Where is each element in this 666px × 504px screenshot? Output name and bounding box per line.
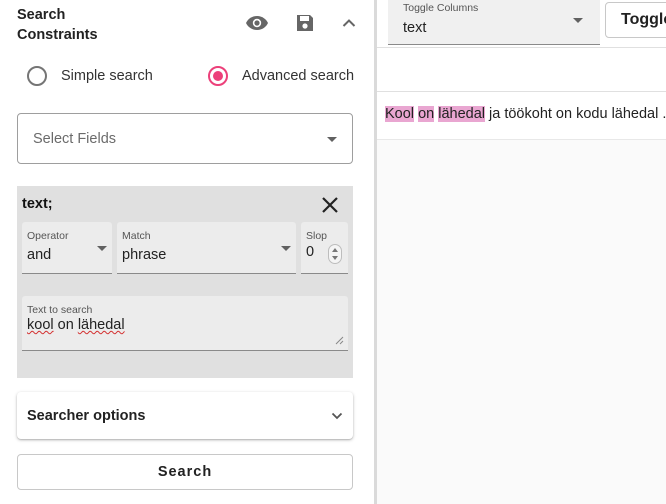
chevron-down-icon: [331, 412, 343, 420]
constraint-card: text; Operator and Match phrase Slop 0 T…: [17, 186, 353, 378]
radio-label: Advanced search: [242, 68, 355, 84]
search-constraints-panel: Search Constraints Simple search Advance…: [0, 0, 374, 504]
match-label: Match: [122, 230, 151, 242]
chevron-up-icon[interactable]: [336, 10, 362, 36]
toggle-button[interactable]: Toggle: [605, 2, 666, 38]
caret-down-icon: [573, 18, 583, 23]
slop-label: Slop: [306, 230, 328, 242]
searcher-options-label: Searcher options: [27, 408, 146, 424]
result-text: Kool on lähedal ja töökoht on kodu lähed…: [385, 106, 666, 122]
searcher-options-expander[interactable]: Searcher options: [17, 392, 353, 439]
toggle-columns-label: Toggle Columns: [403, 2, 479, 14]
slop-value[interactable]: 0: [306, 244, 314, 260]
radio-button-selected[interactable]: [208, 66, 228, 86]
toggle-columns-select[interactable]: Toggle Columns text: [388, 0, 600, 45]
caret-down-icon: [281, 246, 291, 251]
text-to-search-label: Text to search: [27, 304, 93, 316]
caret-down-icon: [327, 137, 337, 142]
operator-select[interactable]: Operator and: [22, 222, 112, 274]
text-to-search-field[interactable]: Text to search kool on lähedal: [22, 296, 348, 351]
results-header-row: [377, 48, 666, 92]
table-row[interactable]: Kool on lähedal ja töökoht on kodu lähed…: [377, 92, 666, 140]
slop-stepper[interactable]: [328, 244, 342, 264]
search-button[interactable]: Search: [17, 454, 353, 490]
resize-handle-icon[interactable]: [335, 336, 344, 345]
text-to-search-value[interactable]: kool on lähedal: [27, 317, 125, 333]
radio-label: Simple search: [61, 68, 153, 84]
save-icon[interactable]: [292, 10, 318, 36]
caret-down-icon: [97, 246, 107, 251]
select-fields-placeholder: Select Fields: [33, 131, 117, 147]
slop-input[interactable]: Slop 0: [301, 222, 348, 274]
select-fields-dropdown[interactable]: Select Fields: [17, 113, 353, 164]
constraint-field-name: text;: [22, 196, 53, 212]
operator-value: and: [27, 247, 52, 263]
radio-simple-search[interactable]: Simple search: [27, 64, 153, 88]
radio-button[interactable]: [27, 66, 47, 86]
panel-title: Search Constraints: [17, 7, 98, 43]
close-icon[interactable]: [319, 194, 341, 216]
match-select[interactable]: Match phrase: [117, 222, 296, 274]
toggle-columns-value: text: [403, 20, 427, 36]
operator-label: Operator: [27, 230, 69, 242]
eye-icon[interactable]: [244, 10, 270, 36]
radio-advanced-search[interactable]: Advanced search: [208, 64, 354, 88]
match-value: phrase: [122, 247, 167, 263]
